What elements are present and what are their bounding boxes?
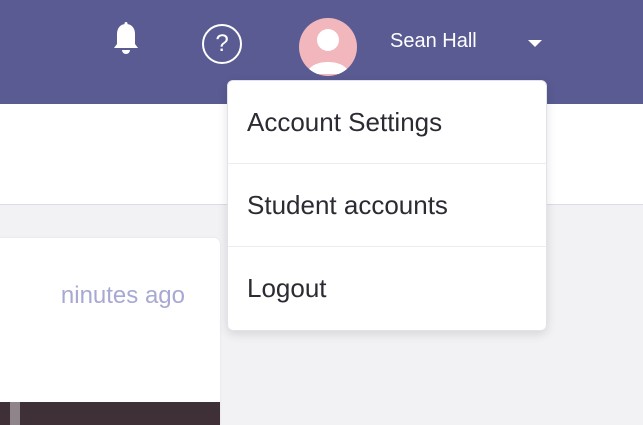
thumbnail-edge xyxy=(10,402,20,425)
user-menu-dropdown: Account Settings Student accounts Logout xyxy=(227,80,547,331)
question-circle-icon[interactable]: ? xyxy=(202,24,242,64)
user-name[interactable]: Sean Hall xyxy=(390,30,477,53)
menu-item-student-accounts[interactable]: Student accounts xyxy=(228,164,546,247)
avatar-icon xyxy=(307,29,349,74)
menu-item-logout[interactable]: Logout xyxy=(228,247,546,330)
avatar[interactable] xyxy=(299,18,357,76)
chevron-down-icon[interactable] xyxy=(528,40,542,47)
help-glyph: ? xyxy=(215,30,229,57)
menu-item-account-settings[interactable]: Account Settings xyxy=(228,81,546,164)
activity-card: ninutes ago xyxy=(0,238,220,425)
activity-timestamp: ninutes ago xyxy=(60,282,185,309)
media-thumbnail[interactable] xyxy=(0,402,220,425)
bell-icon[interactable] xyxy=(112,22,140,56)
